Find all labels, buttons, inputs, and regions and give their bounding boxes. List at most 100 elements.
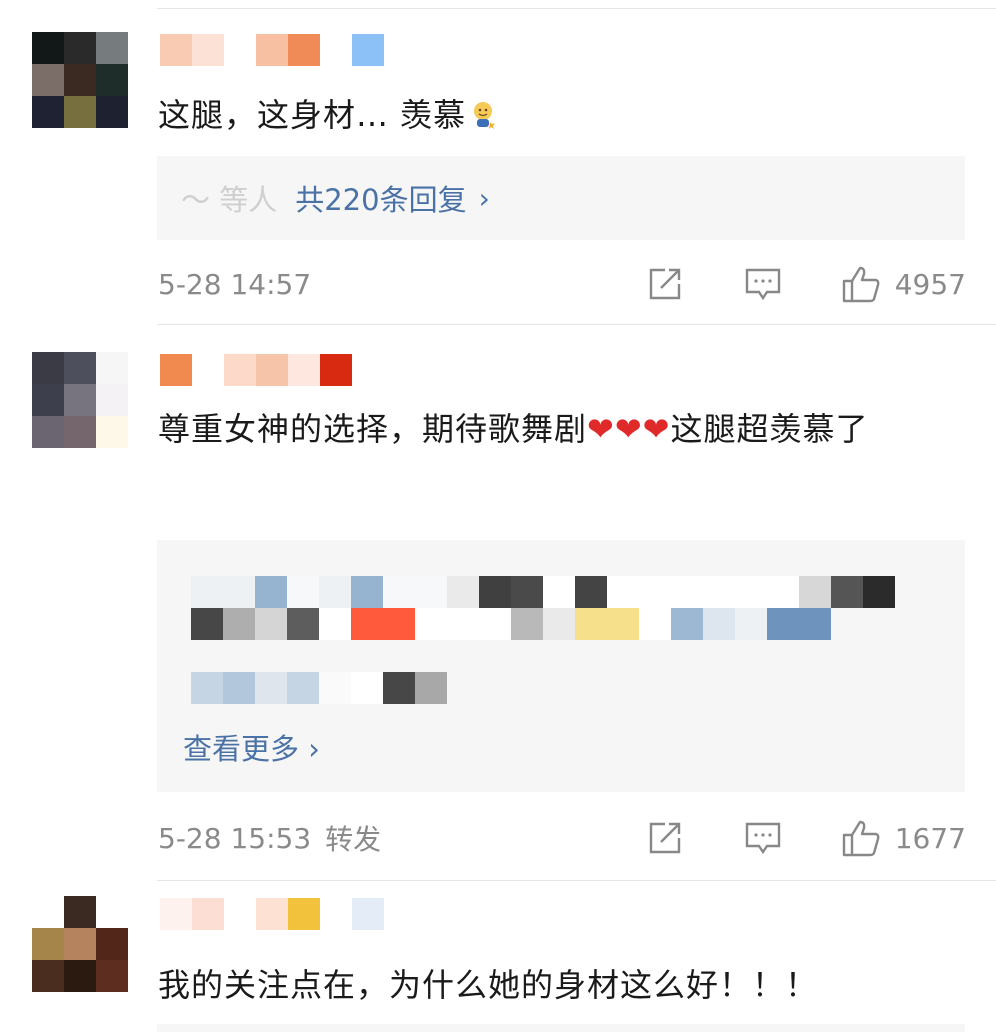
reply-pixel [223,608,255,640]
avatar-pixel [32,960,64,992]
reply-pixel [351,608,383,640]
comment-icon[interactable] [743,264,783,304]
username[interactable] [160,350,352,390]
comment-meta: 5-28 14:57 4957 [158,264,966,304]
comment-text: 尊重女神的选择，期待歌舞剧❤❤❤这腿超羡慕了 [158,410,869,448]
reply-pixel [735,608,767,640]
reply-pixel [351,672,383,704]
reply-pixel [671,608,703,640]
avatar-pixel [96,896,128,928]
username-pixel [160,354,192,386]
reply-preview-blurred [191,672,447,704]
username-pixel [256,34,288,66]
reply-pixel [799,608,831,640]
reply-pixel [191,608,223,640]
like-count: 1677 [894,821,966,855]
username[interactable] [160,30,384,70]
comment-text: 这腿，这身材… 羡慕 [158,88,946,142]
reply-pixel [543,608,575,640]
reply-pixel [383,672,415,704]
username-pixel [288,898,320,930]
username-pixel [288,34,320,66]
reply-pixel [607,576,639,608]
reply-pixel [319,608,351,640]
reply-count-link[interactable]: 共220条回复 [295,177,466,219]
timestamp: 5-28 14:57 [158,267,312,301]
avatar-pixel [32,32,64,64]
comment-text: 我的关注点在，为什么她的身材这么好！！！ [158,966,819,1004]
reply-pixel [383,576,415,608]
reply-pixel [703,608,735,640]
username-pixel [256,354,288,386]
username[interactable] [160,894,384,934]
reply-pixel [863,576,895,608]
avatar-pixel [64,64,96,96]
username-pixel [192,898,224,930]
avatar-pixel [96,96,128,128]
avatar[interactable] [32,352,128,448]
avatar-pixel [32,896,64,928]
avatar-pixel [64,928,96,960]
like-icon[interactable] [841,818,881,858]
avatar-pixel [32,96,64,128]
reply-box[interactable] [157,1024,965,1032]
share-icon[interactable] [645,264,685,304]
reply-pixel [767,576,799,608]
avatar-pixel [64,352,96,384]
avatar-pixel [96,352,128,384]
comment-divider [157,324,996,325]
avatar-pixel [32,352,64,384]
reply-pixel [223,672,255,704]
heart-emoji: ❤❤❤ [587,410,671,448]
reply-pixel [415,608,447,640]
reply-pixel [799,576,831,608]
reply-pixel [255,608,287,640]
reply-box[interactable]: 查看更多 › [157,540,965,792]
avatar-pixel [96,416,128,448]
avatar-pixel [64,416,96,448]
reply-pixel [543,576,575,608]
username-pixel [288,354,320,386]
reply-pixel [415,576,447,608]
reply-pixel [287,576,319,608]
avatar-pixel [96,384,128,416]
reply-pixel [319,576,351,608]
reply-pixel [479,576,511,608]
avatar[interactable] [32,896,128,992]
reply-pixel [767,608,799,640]
reply-pixel [639,608,671,640]
reply-preview-blurred [191,576,895,608]
comment-icon[interactable] [743,818,783,858]
reply-preview-blurred [191,608,831,640]
avatar-pixel [96,960,128,992]
reply-pixel [479,608,511,640]
like-icon[interactable] [841,264,881,304]
reply-box[interactable]: ～ 等人 共220条回复 › [157,156,965,240]
username-pixel [320,354,352,386]
avatar-pixel [64,32,96,64]
reply-authors: ～ 等人 [181,183,278,217]
like-count: 4957 [894,267,966,301]
username-pixel [352,34,384,66]
username-pixel [256,898,288,930]
reply-pixel [575,576,607,608]
see-more-link[interactable]: 查看更多 › [183,726,320,768]
comment-meta: 5-28 15:53 转发 1677 [158,818,966,858]
username-pixel [192,354,224,386]
username-pixel [320,898,352,930]
username-pixel [224,34,256,66]
reply-pixel [255,672,287,704]
reply-pixel [703,576,735,608]
username-pixel [352,898,384,930]
reply-pixel [447,576,479,608]
avatar[interactable] [32,32,128,128]
reply-pixel [351,576,383,608]
forwarded-label: 转发 [325,823,382,856]
avatar-pixel [32,384,64,416]
comment-divider [157,880,996,881]
reply-pixel [831,576,863,608]
share-icon[interactable] [645,818,685,858]
avatar-pixel [96,32,128,64]
reply-pixel [671,576,703,608]
reply-pixel [287,608,319,640]
